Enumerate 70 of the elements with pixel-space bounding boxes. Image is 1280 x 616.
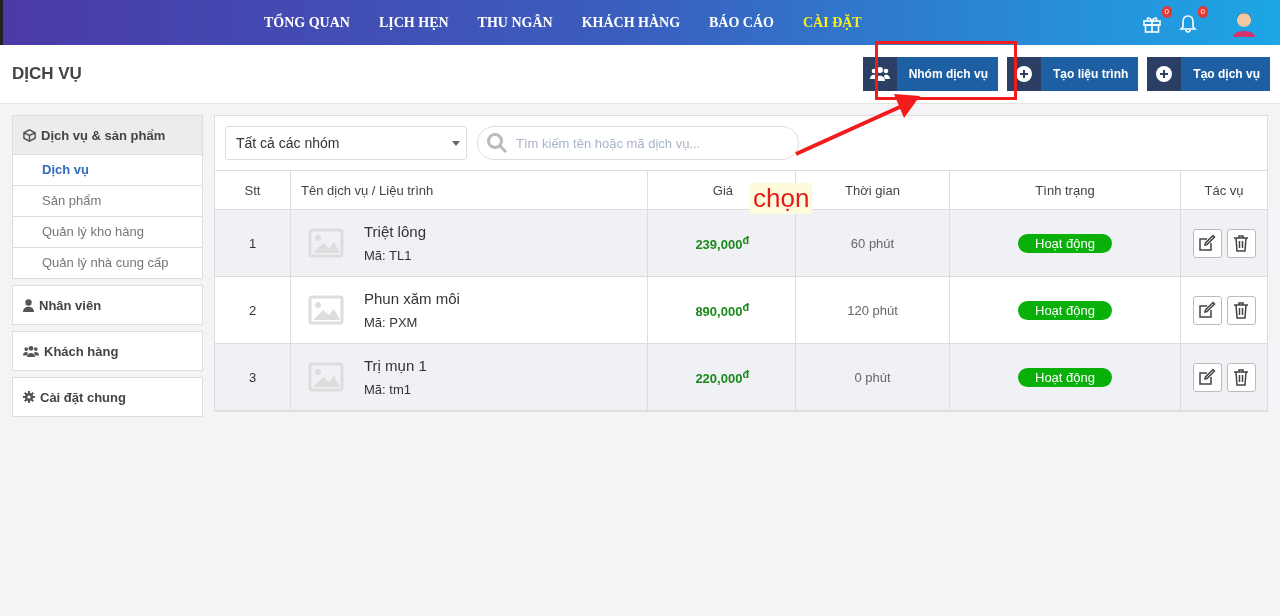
nav-link[interactable]: CÀI ĐẶT [803,14,862,31]
sidebar-subitem[interactable]: Quản lý nhà cung cấp [13,248,202,278]
sidebar-item[interactable]: Cài đặt chung [13,378,202,416]
nav-link[interactable]: TỔNG QUAN [264,14,350,31]
search-field[interactable]: Tìm kiếm tên hoặc mã dịch vụ... [477,126,799,160]
notification-count: 0 [1161,5,1172,18]
delete-button[interactable] [1226,228,1256,258]
annotation-caption: chọn [750,183,813,214]
table-cell: 2 [215,276,291,344]
service-code: Mã: TL1 [364,248,413,263]
status-badge: Hoạt động [1018,300,1112,320]
table-cell: 1 [215,209,291,277]
bell-icon[interactable] [1178,13,1198,34]
sidebar-item[interactable]: Khách hàng [13,332,202,370]
sidebar-item[interactable]: Dịch vụ & sản phẩm [13,116,202,155]
page-title: DỊCH VỤ [12,64,82,84]
cube-icon [23,128,36,142]
status-badge: Hoạt động [1018,233,1112,253]
service-name: Triệt lông [364,223,426,240]
user-icon [23,298,34,312]
notification-count: 0 [1197,5,1208,18]
service-code: Mã: PXM [364,315,419,330]
sidebar-subitem[interactable]: Dịch vụ [13,155,202,186]
edit-icon [1198,301,1216,319]
service-code: Mã: tm1 [364,382,412,397]
caret-icon [452,140,460,146]
trash-icon [1233,368,1249,386]
trash-icon [1233,234,1249,252]
column-header: Tình trạng [949,170,1181,210]
nav-link[interactable]: LỊCH HẸN [378,14,449,31]
users-icon [23,344,39,358]
edit-icon [1198,234,1216,252]
nav-link[interactable]: BÁO CÁO [709,14,774,31]
sidebar-group-label: Dịch vụ & sản phẩm [41,127,166,143]
delete-button[interactable] [1226,362,1256,392]
sidebar-subitem[interactable]: Quản lý kho hàng [13,217,202,248]
edit-button[interactable] [1192,228,1222,258]
users-icon [869,66,890,82]
action-button[interactable]: Nhóm dịch vụ [862,57,998,91]
nav-link[interactable]: THU NGÂN [477,14,553,31]
edit-button[interactable] [1192,295,1222,325]
sidebar-group-label: Nhân viên [39,297,102,313]
group-filter-dropdown[interactable]: Tất cả các nhóm [225,126,467,160]
delete-button[interactable] [1226,295,1256,325]
price: 239,000$^{đ}$ [695,237,749,253]
service-name: Trị mụn 1 [364,357,427,374]
edit-icon [1198,368,1216,386]
plus-circle-icon [1156,66,1173,82]
sidebar-item[interactable]: Nhân viên [13,286,202,324]
nav-link[interactable]: KHÁCH HÀNG [581,14,681,31]
action-button[interactable]: Tạo liệu trình [1006,57,1139,91]
table-cell: 60 phút [795,209,950,277]
sidebar-subitem[interactable]: Sản phẩm [13,186,202,217]
edit-button[interactable] [1192,362,1222,392]
plus-circle-icon [1015,66,1032,82]
settings-icon [23,391,35,403]
price: 220,000$^{đ}$ [695,371,749,387]
table-cell: 0 phút [795,343,950,411]
column-header: Tác vụ [1180,170,1267,210]
price: 890,000$^{đ}$ [695,304,749,320]
sidebar-group-label: Khách hàng [44,343,119,359]
table-cell: 120 phút [795,276,950,344]
column-header: Tên dịch vụ / Liệu trình [290,170,648,210]
table-cell: 3 [215,343,291,411]
trash-icon [1233,301,1249,319]
status-badge: Hoạt động [1018,367,1112,387]
column-header: Stt [215,170,291,210]
action-button[interactable]: Tạo dịch vụ [1147,57,1270,91]
service-name: Phun xăm môi [364,290,460,307]
sidebar-group-label: Cài đặt chung [40,389,126,405]
